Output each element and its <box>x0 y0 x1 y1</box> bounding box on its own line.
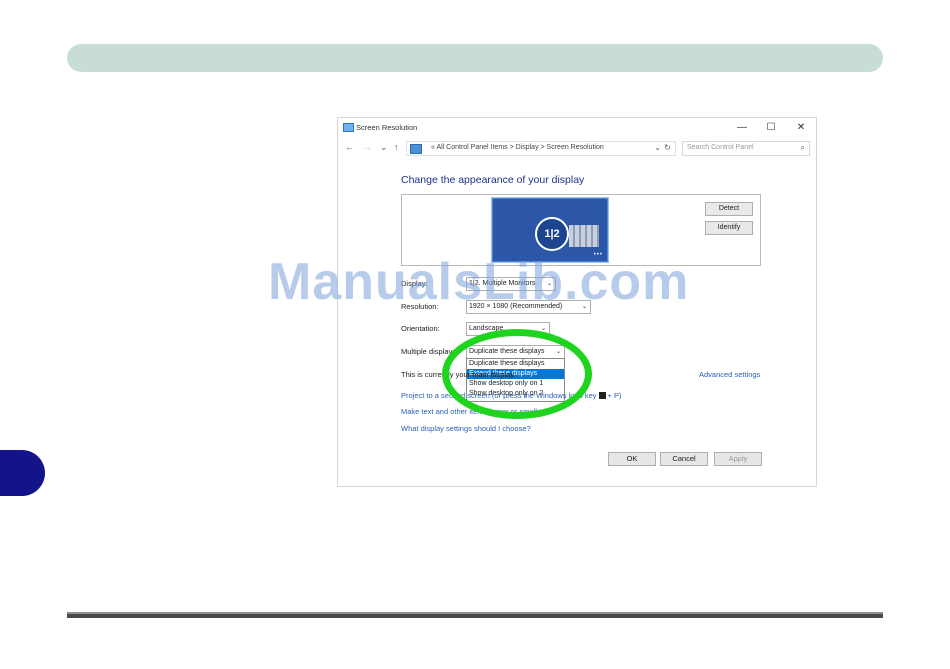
windows-logo-icon <box>598 392 606 399</box>
folder-icon <box>410 144 422 154</box>
page-header-bar <box>67 44 883 72</box>
monitor-number-badge: 1|2 <box>535 217 569 251</box>
watermark-text: ManualsLib.com <box>268 253 690 311</box>
control-panel-icon <box>343 123 354 132</box>
maximize-button[interactable]: ☐ <box>760 121 782 135</box>
search-icon[interactable]: ⌕ <box>801 143 805 153</box>
search-placeholder: Search Control Panel <box>687 144 754 151</box>
address-path-box[interactable]: « All Control Panel Items > Display > Sc… <box>406 141 676 156</box>
project-link-shortcut: + P) <box>607 391 622 400</box>
monitor-overlap-icon <box>569 225 599 247</box>
close-button[interactable]: ✕ <box>790 121 812 135</box>
forward-arrow-icon[interactable]: → <box>363 142 372 152</box>
highlight-circle <box>442 329 592 419</box>
address-dropdown-icon[interactable]: ⌄ <box>654 143 661 152</box>
orientation-label: Orientation: <box>401 324 440 333</box>
advanced-settings-link[interactable]: Advanced settings <box>699 370 760 379</box>
title-bar: Screen Resolution — ☐ ✕ <box>338 118 816 138</box>
address-path[interactable]: « All Control Panel Items > Display > Sc… <box>431 144 604 151</box>
identify-button[interactable]: Identify <box>705 221 753 235</box>
recent-locations-icon[interactable]: ⌄ <box>380 142 388 153</box>
display-settings-help-link[interactable]: What display settings should I choose? <box>401 424 531 433</box>
refresh-icon[interactable]: ↻ <box>664 143 671 152</box>
detect-button[interactable]: Detect <box>705 202 753 216</box>
chapter-tab <box>0 450 45 496</box>
minimize-button[interactable]: — <box>731 121 753 135</box>
search-input[interactable]: Search Control Panel ⌕ <box>682 141 810 156</box>
page-heading: Change the appearance of your display <box>401 174 585 186</box>
window-title: Screen Resolution <box>356 123 418 132</box>
up-arrow-icon[interactable]: ↑ <box>394 142 399 152</box>
back-arrow-icon[interactable]: ← <box>345 142 354 152</box>
ok-button[interactable]: OK <box>608 452 656 466</box>
page-footer-rule <box>67 612 883 618</box>
apply-button[interactable]: Apply <box>714 452 762 466</box>
address-bar: ← → ⌄ ↑ « All Control Panel Items > Disp… <box>338 140 816 156</box>
cancel-button[interactable]: Cancel <box>660 452 708 466</box>
